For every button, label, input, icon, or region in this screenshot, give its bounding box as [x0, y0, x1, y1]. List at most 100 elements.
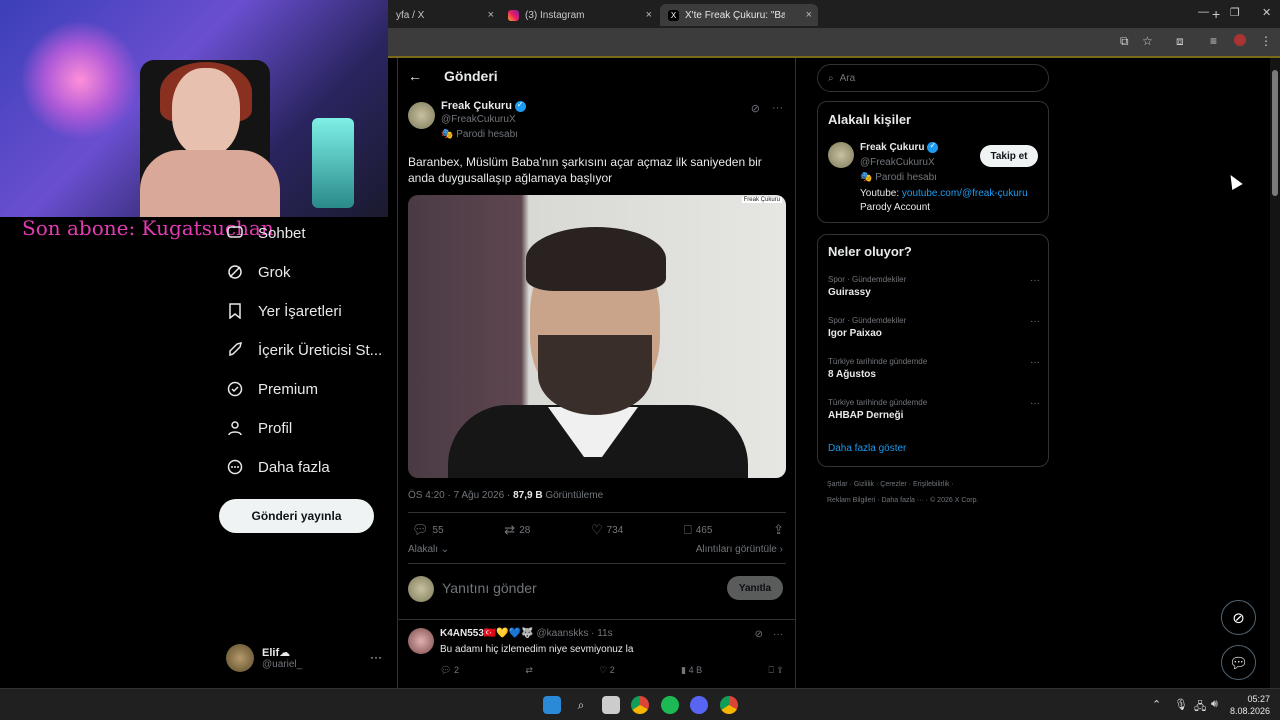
star-icon[interactable]: ☆	[1142, 34, 1153, 48]
heart-icon: ♡	[599, 665, 610, 675]
minimize-icon[interactable]: —	[1198, 6, 1209, 18]
repost-button[interactable]: ⇄ 28	[504, 522, 530, 538]
tab-active-post[interactable]: X X'te Freak Çukuru: "Baranb ×	[660, 4, 818, 26]
person-bio: Youtube: youtube.com/@freak-çukuru	[860, 188, 1028, 199]
back-arrow-icon[interactable]: ←	[408, 68, 422, 84]
more-icon[interactable]: ···	[773, 629, 783, 640]
share-button[interactable]: ⇪	[773, 522, 784, 538]
comment-like-button[interactable]: ♡ 2	[599, 665, 615, 676]
volume-icon[interactable]: 🔊︎	[1211, 698, 1218, 711]
network-icon[interactable]: 🖧︎	[1194, 698, 1206, 717]
bookmark-icon: ⎕	[683, 522, 692, 537]
footer-links[interactable]: Şartlar · Gizlilik · Çerezler · Erişileb…	[827, 481, 954, 488]
nav-profile[interactable]: Profil	[226, 419, 292, 437]
more-icon[interactable]: ···	[1030, 357, 1040, 368]
follow-button[interactable]: Takip et	[980, 145, 1038, 167]
youtube-link[interactable]: youtube.com/@freak-çukuru	[902, 188, 1028, 199]
post-video[interactable]: Freak Çukuru	[408, 195, 786, 478]
avatar[interactable]	[408, 102, 435, 129]
microphone-icon[interactable]: 🎙︎	[1174, 698, 1188, 711]
maximize-icon[interactable]: ❐	[1230, 6, 1240, 19]
video-beard	[538, 335, 652, 415]
comment-author[interactable]: K4AN553🇹🇷💛💙🐺 @kaanskks · 11s	[440, 628, 613, 639]
nav-label: Premium	[258, 380, 319, 398]
post-author[interactable]: Freak Çukuru @FreakCukuruX 🎭 Parodi hesa…	[408, 100, 526, 140]
account-switcher[interactable]: Elif☁ @uariel_	[226, 644, 302, 672]
like-button[interactable]: ♡ 734	[591, 522, 623, 538]
trend-item[interactable]: Türkiye tarihinde gündemde 8 Ağustos ···	[828, 357, 1040, 380]
discord-icon[interactable]	[690, 696, 708, 714]
trend-item[interactable]: Türkiye tarihinde gündemde AHBAP Derneği…	[828, 398, 1040, 421]
file-explorer-icon[interactable]	[602, 696, 620, 714]
trend-category: Türkiye tarihinde gündemde	[828, 357, 928, 366]
search-input[interactable]: ⌕ Ara	[817, 64, 1049, 92]
avatar[interactable]	[828, 142, 854, 168]
show-more-link[interactable]: Daha fazla göster	[828, 443, 906, 454]
sort-dropdown[interactable]: Alakalı ⌄	[408, 544, 449, 555]
post-button[interactable]: Gönderi yayınla	[219, 499, 374, 533]
nav-premium[interactable]: Premium	[226, 380, 318, 398]
person-name[interactable]: Freak Çukuru	[860, 142, 924, 153]
post-meta: ÖS 4:20 · 7 Ağu 2026 · 87,9 B Görüntülem…	[408, 490, 603, 501]
chrome-icon[interactable]	[720, 696, 738, 714]
account-handle: @uariel_	[262, 659, 303, 670]
search-icon[interactable]: ⌕	[572, 696, 590, 714]
more-icon[interactable]: ···	[1030, 316, 1040, 327]
extensions-icon[interactable]: ⧈	[1176, 34, 1184, 49]
author-name[interactable]: Freak Çukuru	[441, 100, 512, 112]
rocket-icon	[226, 341, 244, 359]
nav-creator-studio[interactable]: İçerik Üreticisi St...	[226, 341, 382, 359]
windows-start-icon[interactable]	[543, 696, 561, 714]
nav-chat[interactable]: Sohbet	[226, 224, 306, 242]
cast-icon[interactable]: ⧉	[1120, 34, 1129, 49]
tray-chevron-icon[interactable]: ⌃	[1152, 698, 1161, 711]
trend-item[interactable]: Spor · Gündemdekiler Guirassy ···	[828, 275, 1040, 298]
grok-icon[interactable]: ⊘	[755, 629, 763, 640]
share-icon: ⇪	[776, 665, 784, 675]
comment-views[interactable]: ▮ 4 B	[681, 665, 702, 676]
more-icon[interactable]: ···	[370, 650, 382, 664]
post-timestamp[interactable]: ÖS 4:20 · 7 Ağu 2026 ·	[408, 490, 513, 501]
trend-item[interactable]: Spor · Gündemdekiler Igor Paixao ···	[828, 316, 1040, 339]
clock-date: 8.08.2026	[1229, 706, 1270, 716]
reply-submit-button[interactable]: Yanıtla	[727, 576, 783, 600]
spotify-icon[interactable]	[661, 696, 679, 714]
reply-button[interactable]: 💬︎ 55	[412, 522, 444, 538]
more-icon[interactable]: ···	[772, 102, 783, 115]
window-close-icon[interactable]: ✕	[1262, 6, 1271, 19]
person-handle[interactable]: @FreakCukuruX	[860, 157, 935, 168]
view-quotes-link[interactable]: Alıntıları görüntüle ›	[696, 544, 783, 555]
scrollbar-thumb[interactable]	[1272, 70, 1278, 196]
video-watermark: Freak Çukuru	[741, 197, 782, 203]
more-icon[interactable]: ···	[1030, 398, 1040, 409]
nav-grok[interactable]: Grok	[226, 263, 291, 281]
media-icon[interactable]: ≡	[1210, 34, 1217, 48]
grok-icon[interactable]: ⊘	[751, 102, 760, 115]
bookmark-button[interactable]: ⎕ 465	[684, 522, 713, 538]
tab-x[interactable]: yfa / X ×	[388, 4, 500, 26]
comment-repost-button[interactable]: ⇄	[525, 665, 533, 676]
messages-fab-icon[interactable]: 💬︎	[1221, 645, 1256, 680]
page-title: Gönderi	[444, 68, 498, 84]
divider	[398, 619, 796, 620]
author-handle[interactable]: @FreakCukuruX	[441, 114, 526, 125]
comment-bookmark-share[interactable]: ⎕ ⇪	[769, 665, 784, 676]
new-tab-button[interactable]: +	[1212, 6, 1220, 22]
menu-icon[interactable]: ⋮	[1260, 34, 1272, 48]
reply-input[interactable]: Yanıtını gönder	[442, 580, 537, 596]
nav-bookmarks[interactable]: Yer İşaretleri	[226, 302, 342, 320]
avatar[interactable]	[408, 628, 434, 654]
close-icon[interactable]: ×	[646, 9, 652, 21]
footer-links-2[interactable]: Reklam Bilgileri · Daha fazla ··· · © 20…	[827, 497, 978, 504]
more-icon[interactable]: ···	[1030, 275, 1040, 286]
close-icon[interactable]: ×	[488, 9, 494, 21]
close-icon[interactable]: ×	[806, 9, 812, 21]
system-clock[interactable]: 05:27 8.08.2026	[1230, 693, 1270, 717]
chrome-icon[interactable]	[631, 696, 649, 714]
grok-fab-icon[interactable]: ⊘	[1221, 600, 1256, 635]
profile-icon[interactable]	[1234, 34, 1246, 46]
comment-reply-button[interactable]: 💬︎ 2	[440, 665, 459, 676]
scrollbar[interactable]	[1270, 58, 1280, 690]
nav-more[interactable]: Daha fazla	[226, 458, 330, 476]
tab-instagram[interactable]: (3) Instagram ×	[500, 4, 658, 26]
